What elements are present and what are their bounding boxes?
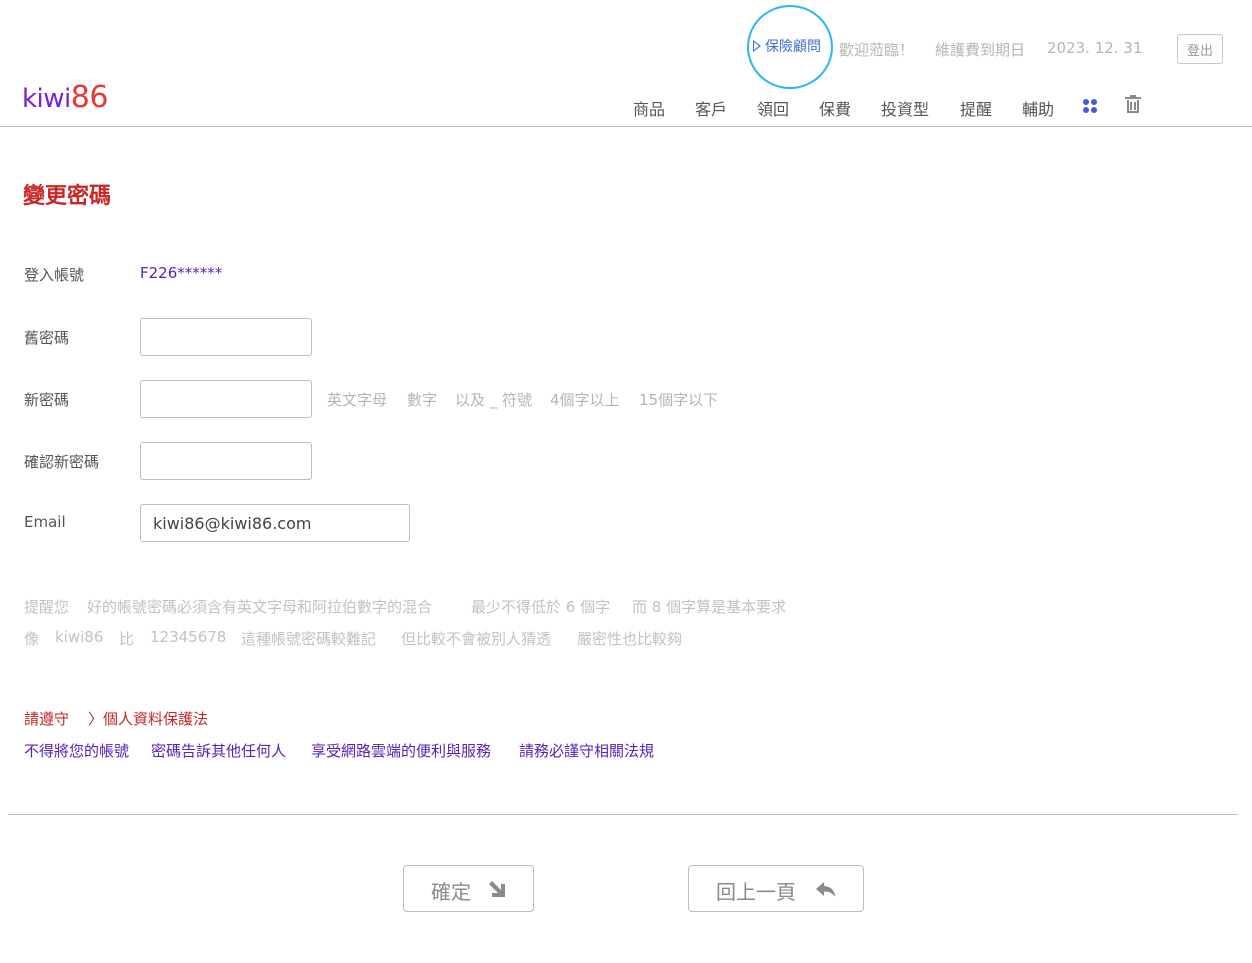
confirm-password-label: 確認新密碼 [24,453,100,471]
tip-text: kiwi86 [55,628,104,646]
hint-underscore: 以及 _ 符號 [455,391,533,409]
apps-grid-icon[interactable] [1083,99,1098,114]
law-notice-text: 請遵守 [24,710,70,728]
maintenance-label: 維護費到期日 [935,41,1026,59]
hint-max-length: 15個字以下 [639,391,719,409]
play-triangle-icon [753,40,761,52]
nav-item-premiums[interactable]: 保費 [819,96,851,120]
account-label: 登入帳號 [24,266,85,284]
welcome-text: 歡迎蒞臨！ [839,41,915,59]
tip-text: 嚴密性也比較夠 [577,630,683,648]
logo-kiwi-text: kiwi [22,84,71,114]
tip-text: 但比較不會被別人猜透 [401,630,552,648]
nav-item-assist[interactable]: 輔助 [1022,96,1054,120]
new-password-input[interactable] [140,380,312,418]
back-button-label: 回上一頁 [716,880,796,904]
reply-arrow-icon [816,882,836,897]
law-notice-text: 請務必謹守相關法規 [519,742,655,760]
law-notice-text: 享受網路雲端的便利與服務 [311,742,492,760]
divider [8,814,1238,815]
hint-letters: 英文字母 [327,391,388,409]
email-input[interactable] [140,504,410,542]
new-password-label: 新密碼 [24,391,70,409]
confirm-password-input[interactable] [140,442,312,480]
insurance-advisor-button[interactable]: 保險顧問 [747,5,833,89]
old-password-label: 舊密碼 [24,329,70,347]
nav-item-investment[interactable]: 投資型 [881,96,929,120]
email-label: Email [24,513,66,531]
old-password-input[interactable] [140,318,312,356]
arrow-down-right-icon [489,881,505,897]
logout-button[interactable]: 登出 [1177,34,1223,64]
top-header: kiwi86 保險顧問 歡迎蒞臨！ 維護費到期日 2023. 12. 31 登出… [0,0,1252,127]
tip-text: 像 [24,630,40,648]
tip-text: 這種帳號密碼較難記 [241,630,377,648]
back-button[interactable]: 回上一頁 [688,865,864,912]
nav-item-products[interactable]: 商品 [633,96,665,120]
hint-min-length: 4個字以上 [550,391,620,409]
privacy-law-link[interactable]: 〉個人資料保護法 [88,708,208,729]
tip-text: 最少不得低於 6 個字 [471,598,611,616]
nav-item-returns[interactable]: 領回 [757,96,789,120]
nav-item-reminders[interactable]: 提醒 [960,96,992,120]
tip-text: 比 [119,630,135,648]
confirm-button[interactable]: 確定 [403,865,534,912]
kiwi86-logo[interactable]: kiwi86 [22,82,108,115]
nav-item-customers[interactable]: 客戶 [695,96,727,120]
trash-icon[interactable] [1125,95,1141,114]
tip-text: 提醒您 [24,598,70,616]
law-notice-text: 不得將您的帳號 [24,742,130,760]
law-notice-text: 密碼告訴其他任何人 [151,742,287,760]
tip-text: 而 8 個字算是基本要求 [632,598,787,616]
tip-text: 好的帳號密碼必須含有英文字母和阿拉伯數字的混合 [87,598,433,616]
maintenance-date: 2023. 12. 31 [1047,39,1143,57]
logo-number-text: 86 [70,80,109,115]
page-title: 變更密碼 [23,184,112,209]
confirm-button-label: 確定 [431,880,471,904]
tip-text: 12345678 [150,628,227,646]
advisor-label: 保險顧問 [765,39,821,55]
hint-digits: 數字 [407,391,438,409]
account-value: F226****** [140,264,223,282]
